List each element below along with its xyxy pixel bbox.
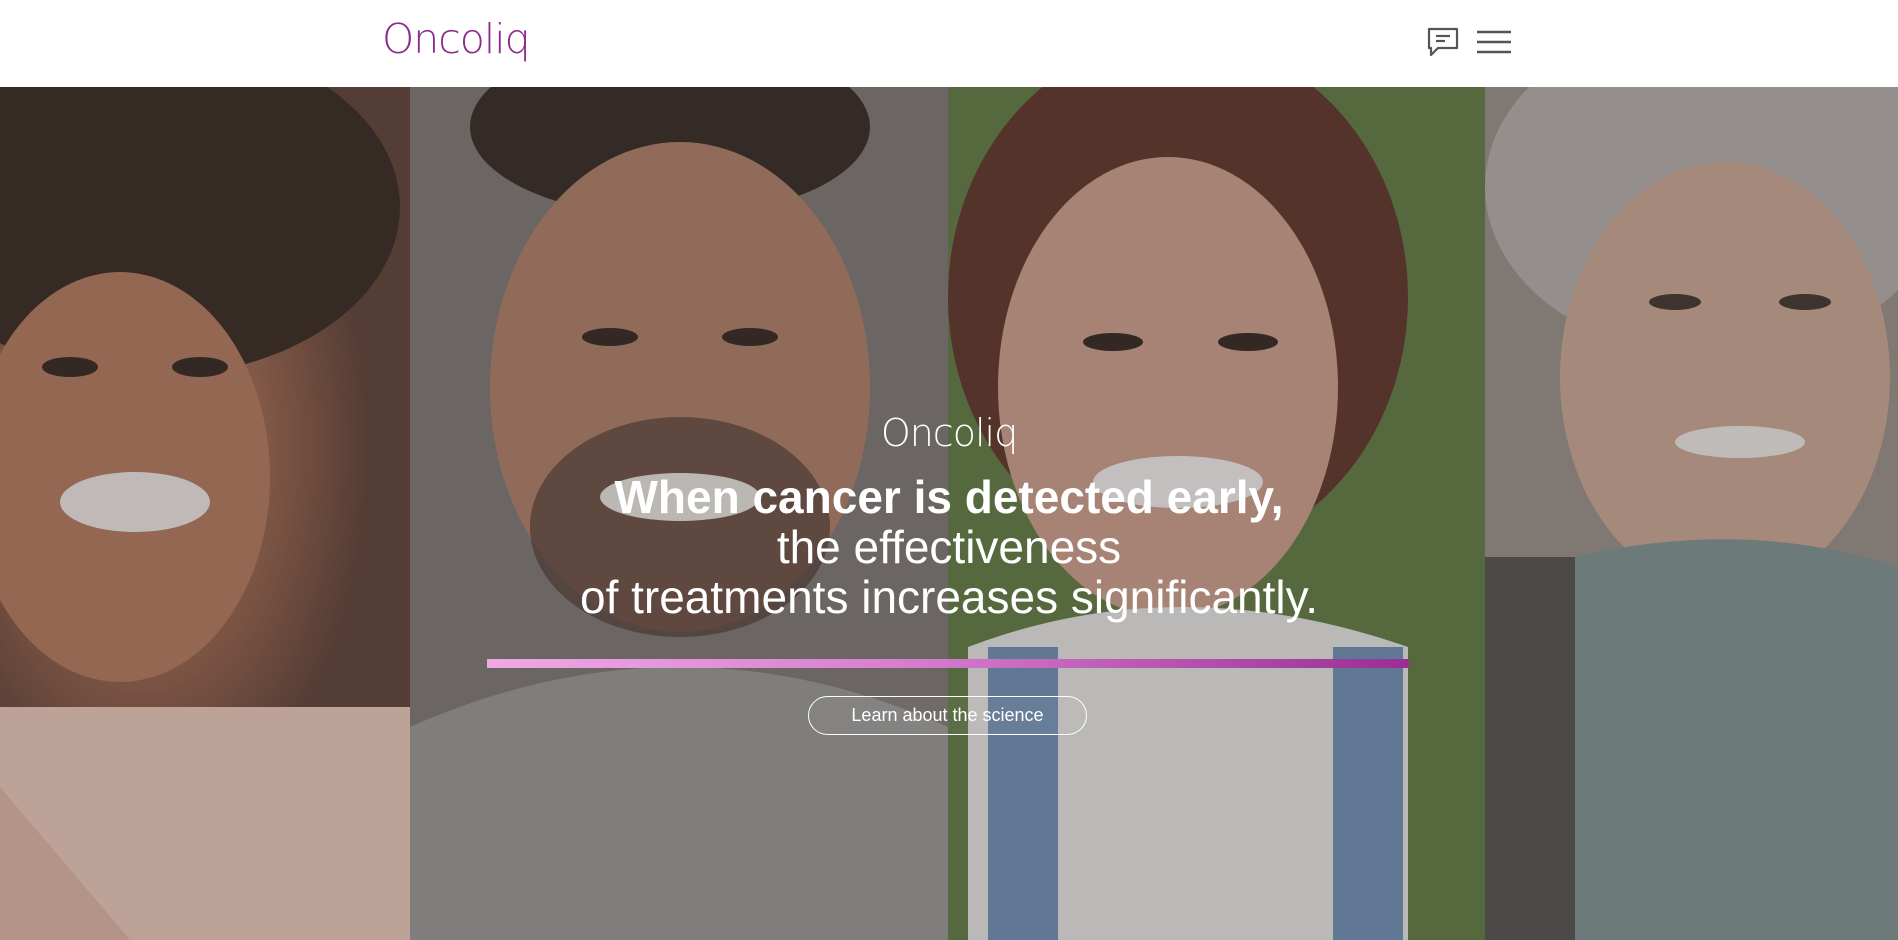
gradient-divider (487, 659, 1409, 668)
site-header: Oncoliq (0, 0, 1898, 87)
hero-headline: When cancer is detected early, (614, 471, 1284, 523)
chat-icon[interactable] (1426, 26, 1460, 58)
hero-section: Oncoliq When cancer is detected early, t… (0, 87, 1898, 940)
learn-science-button[interactable]: Learn about the science (808, 696, 1087, 735)
hero-subline: the effectiveness (776, 521, 1122, 573)
hero-content: Oncoliq When cancer is detected early, t… (0, 87, 1898, 940)
hero-subline: of treatments increases significantly. (579, 571, 1319, 623)
hamburger-menu-icon[interactable] (1476, 28, 1512, 56)
brand-logo[interactable]: Oncoliq (382, 14, 531, 64)
hero-logo: Oncoliq (880, 411, 1018, 455)
